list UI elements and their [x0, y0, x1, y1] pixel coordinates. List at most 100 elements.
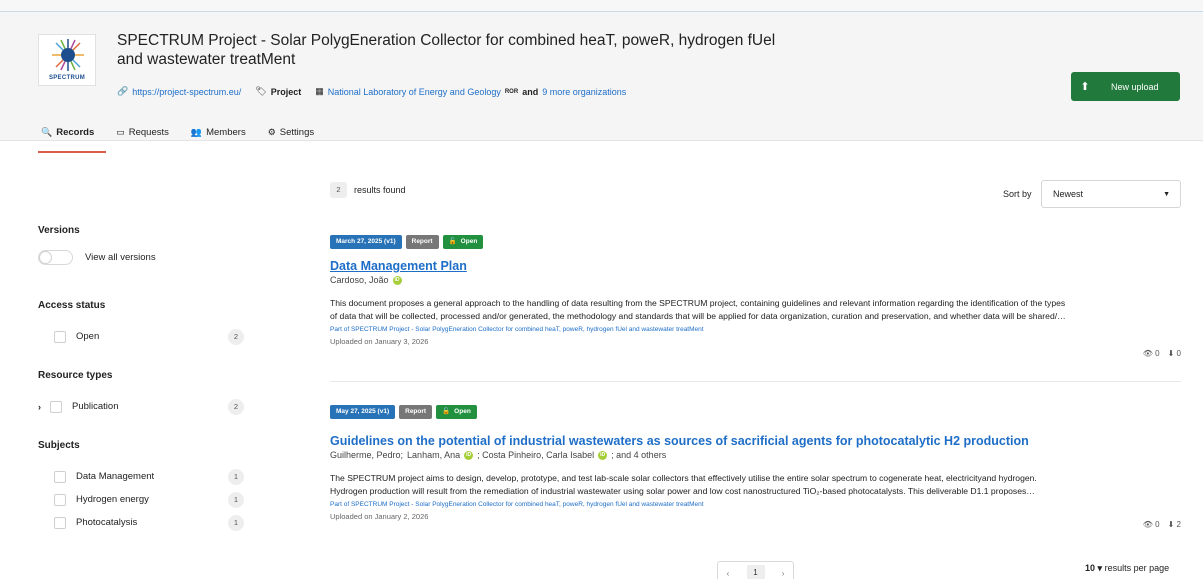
- chevron-right-icon[interactable]: ›: [38, 402, 50, 412]
- spectrum-logo-icon: [52, 39, 84, 71]
- result-description: This document proposes a general approac…: [330, 297, 1181, 323]
- facet-data-management-label: Data Management: [76, 471, 155, 482]
- description-line-2: Hydrogen production will result from the…: [330, 486, 1035, 496]
- resource-types-title: Resource types: [38, 370, 113, 381]
- tab-requests[interactable]: ▭ Requests: [113, 120, 181, 153]
- author-link[interactable]: Cardoso, João: [330, 275, 389, 285]
- new-upload-label: New upload: [1111, 81, 1159, 92]
- result-labels: March 27, 2025 (v1) Report 🔓 Open: [330, 235, 1181, 249]
- sort-by-label: Sort by: [1003, 189, 1032, 199]
- eye-icon: 👁: [1142, 349, 1153, 358]
- caret-down-icon: ▾: [1097, 563, 1103, 573]
- orcid-icon[interactable]: iD: [392, 275, 402, 285]
- unlock-icon: 🔓: [442, 408, 451, 415]
- versions-title: Versions: [38, 225, 80, 236]
- project-tabs: 🔍 Records ▭ Requests 👥 Members ⚙ Setting…: [38, 120, 333, 153]
- description-line-2: of data that will be collected, processe…: [330, 311, 1066, 321]
- orcid-icon[interactable]: iD: [464, 450, 474, 460]
- views-count: 0: [1155, 349, 1160, 358]
- facet-hydrogen-energy[interactable]: Hydrogen energy 1: [38, 488, 248, 511]
- result-title-link[interactable]: Data Management Plan: [330, 259, 1181, 273]
- project-header: SPECTRUM SPECTRUM Project - Solar PolygE…: [0, 12, 1203, 153]
- part-of-community-link[interactable]: Part of SPECTRUM Project - Solar PolygEn…: [330, 501, 1181, 508]
- unlock-icon: 🔓: [448, 238, 457, 245]
- project-logo: SPECTRUM: [38, 34, 96, 86]
- and-text: and: [522, 86, 539, 97]
- downloads-count: 0: [1176, 349, 1181, 358]
- facet-hydrogen-energy-count: 1: [228, 491, 244, 508]
- access-label-text: Open: [460, 238, 478, 245]
- new-upload-button[interactable]: ⬆ New upload: [1071, 72, 1180, 101]
- download-icon: ⬇: [1167, 349, 1175, 358]
- tag-icon: 🏷: [255, 86, 267, 96]
- eye-icon: 👁: [1142, 520, 1153, 529]
- top-bar: [0, 0, 1203, 12]
- facet-publication[interactable]: › Publication 2: [38, 395, 248, 418]
- uploaded-date: Uploaded on January 2, 2026: [330, 512, 429, 521]
- results-count: 2 results found: [330, 182, 406, 198]
- result-title-link[interactable]: Guidelines on the potential of industria…: [330, 434, 1181, 448]
- tab-records[interactable]: 🔍 Records: [38, 120, 107, 153]
- tab-settings[interactable]: ⚙ Settings: [265, 120, 326, 153]
- data-management-checkbox[interactable]: [54, 470, 66, 483]
- results-count-badge: 2: [330, 182, 347, 198]
- versions-toggle-row: View all versions: [38, 250, 248, 265]
- tab-settings-label: Settings: [279, 127, 315, 138]
- sort-value: Newest: [1053, 189, 1084, 199]
- per-page-select[interactable]: 10 ▾: [1085, 563, 1102, 573]
- open-checkbox[interactable]: [54, 330, 66, 343]
- facet-photocatalysis-label: Photocatalysis: [76, 517, 138, 528]
- inbox-icon: ▭: [116, 127, 125, 137]
- project-url-link[interactable]: https://project-spectrum.eu/: [132, 87, 241, 97]
- downloads-stat: ⬇ 0: [1168, 349, 1181, 358]
- views-stat: 👁 0: [1143, 349, 1160, 358]
- facets-sidebar: Versions View all versions Access status…: [38, 225, 248, 534]
- publication-checkbox[interactable]: [50, 400, 62, 413]
- view-all-versions-label: View all versions: [85, 252, 156, 263]
- per-page-value: 10: [1085, 563, 1096, 573]
- tab-requests-label: Requests: [128, 127, 169, 138]
- page-1-button[interactable]: 1: [746, 565, 765, 579]
- project-meta: 🔗 https://project-spectrum.eu/ 🏷 Project…: [117, 86, 626, 97]
- downloads-count: 2: [1176, 520, 1181, 529]
- photocatalysis-checkbox[interactable]: [54, 516, 66, 529]
- more-organizations-link[interactable]: 9 more organizations: [542, 87, 626, 97]
- part-of-community-link[interactable]: Part of SPECTRUM Project - Solar PolygEn…: [330, 326, 1181, 333]
- result-description: The SPECTRUM project aims to design, dev…: [330, 472, 1181, 498]
- results-per-page: 10 ▾ results per page: [1085, 563, 1169, 574]
- ror-icon[interactable]: ROR: [505, 89, 518, 95]
- next-page-button[interactable]: ›: [782, 569, 785, 578]
- access-label: 🔓 Open: [436, 405, 477, 419]
- sort-select[interactable]: Newest ▼: [1041, 180, 1181, 208]
- previous-page-button[interactable]: ‹: [727, 569, 730, 578]
- facet-data-management-count: 1: [228, 468, 244, 485]
- tab-members[interactable]: 👥 Members: [188, 120, 258, 153]
- logo-text: SPECTRUM: [48, 75, 86, 81]
- result-authors: Cardoso, João iD: [330, 275, 1181, 285]
- result-labels: May 27, 2025 (v1) Report 🔓 Open: [330, 405, 1181, 419]
- search-icon: 🔍: [41, 127, 53, 137]
- facet-data-management[interactable]: Data Management 1: [38, 465, 248, 488]
- author-link[interactable]: ; Costa Pinheiro, Carla Isabel: [477, 450, 594, 460]
- per-page-label: results per page: [1104, 563, 1170, 573]
- facet-open-count: 2: [228, 328, 244, 345]
- downloads-stat: ⬇ 2: [1168, 520, 1181, 529]
- cogs-icon: ⚙: [267, 127, 276, 137]
- facet-publication-label: Publication: [72, 401, 119, 412]
- organization-link[interactable]: National Laboratory of Energy and Geolog…: [328, 87, 501, 97]
- author-link[interactable]: Guilherme, Pedro;: [330, 450, 403, 460]
- author-link[interactable]: Lanham, Ana: [407, 450, 460, 460]
- facet-open[interactable]: Open 2: [38, 325, 248, 348]
- tab-records-label: Records: [56, 127, 95, 138]
- view-all-versions-toggle[interactable]: [38, 250, 73, 265]
- facet-photocatalysis[interactable]: Photocatalysis 1: [38, 511, 248, 534]
- hydrogen-energy-checkbox[interactable]: [54, 493, 66, 506]
- facet-open-label: Open: [76, 331, 100, 342]
- title-line-2: and wastewater treatMent: [117, 51, 296, 68]
- uploaded-date: Uploaded on January 3, 2026: [330, 337, 429, 346]
- facet-hydrogen-energy-label: Hydrogen energy: [76, 494, 149, 505]
- chevron-down-icon: ▼: [1163, 191, 1170, 198]
- access-label: 🔓 Open: [442, 235, 484, 249]
- orcid-icon[interactable]: iD: [598, 450, 608, 460]
- resource-type-label: Report: [399, 405, 433, 419]
